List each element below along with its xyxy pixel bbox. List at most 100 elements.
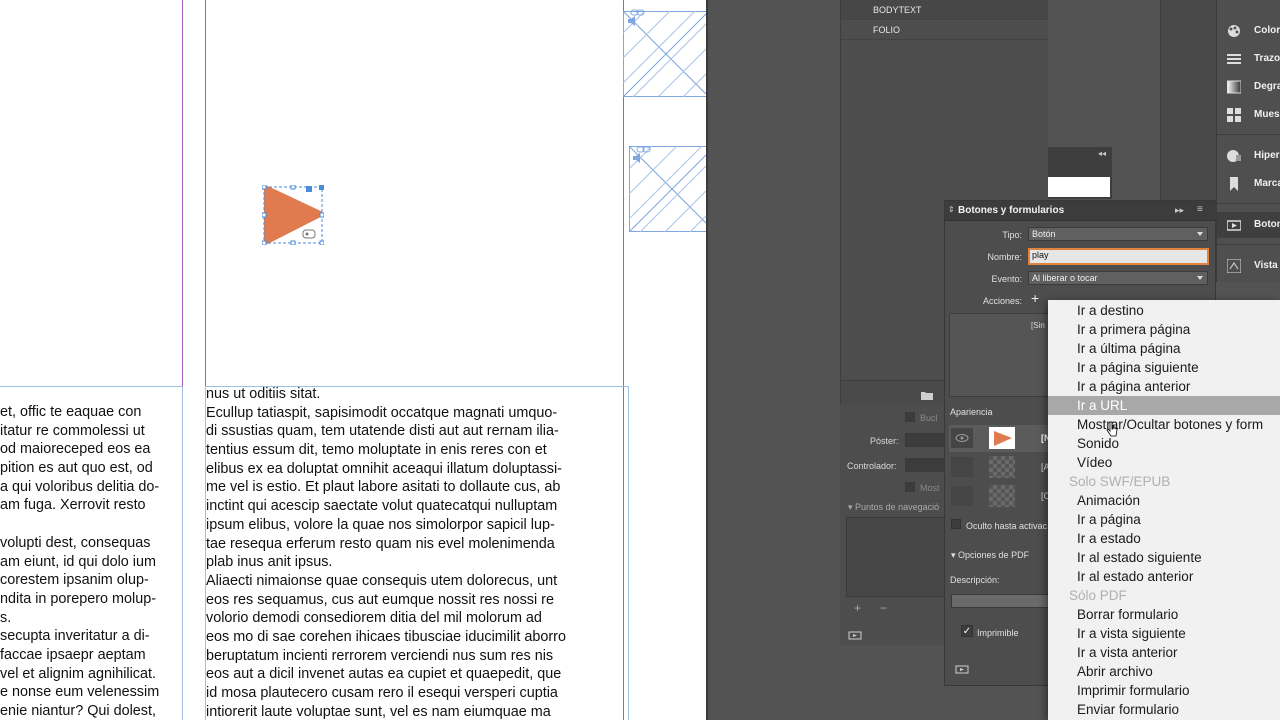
appearance-thumbnail [989,456,1015,478]
show-controller-label: Most [920,483,940,493]
hidden-label: Oculto hasta activac [966,521,1048,531]
eye-slot[interactable] [951,486,973,506]
text-line: volupti dest, consequas [0,534,151,551]
text-line: di ssustias quam, tem utatende disti aut… [206,423,559,440]
preview-spread-icon[interactable] [955,662,969,680]
add-action-icon[interactable]: + [1031,291,1045,305]
panel-item-preview[interactable]: Vista [1217,253,1280,279]
menu-item[interactable]: Ir a destino [1048,301,1280,320]
mouse-cursor [1106,421,1118,439]
panel-item-buttons[interactable]: Boton [1217,212,1280,238]
eye-icon[interactable] [951,428,973,448]
hidden-checkbox[interactable] [951,519,961,529]
swatches-icon [1227,108,1241,122]
remove-icon[interactable]: − [880,601,887,615]
gradient-icon [1226,80,1242,94]
panel-header[interactable]: ⇕ Botones y formularios ▸▸ ≡ [945,201,1217,221]
panel-item-stroke[interactable]: Trazo [1217,46,1280,72]
panel-item-color[interactable]: Color [1217,18,1280,44]
color-icon [1227,24,1241,38]
text-line: intiorerit laute voluptae sunt, vel es n… [206,703,551,720]
name-field[interactable]: play [1028,248,1209,265]
menu-item[interactable]: Ir a vista anterior [1048,643,1280,662]
text-line: a qui voloribus delitia do- [0,478,160,495]
link-icon [636,141,652,153]
collapsed-panel: ◂◂ [1048,147,1112,199]
panel-item-bookmarks[interactable]: Marca [1217,171,1280,197]
preview-icon[interactable] [848,628,862,646]
actions-label: Acciones: [982,296,1022,306]
poster-label: Póster: [870,436,899,446]
text-line: Ecullup tatiaspit, sapisimodit occatque … [206,404,558,421]
pdf-options-toggle[interactable]: ▾ Opciones de PDF [951,550,1029,561]
actions-menu[interactable]: Ir a destino Ir a primera página Ir a últi… [1048,300,1280,720]
menu-item[interactable]: Ir a estado [1048,529,1280,548]
collapse-icon[interactable]: ◂◂ [1098,149,1106,158]
menu-item[interactable]: Enviar formulario [1048,700,1280,719]
actions-list[interactable]: [Sin [949,313,1049,397]
menu-item[interactable]: Animación [1048,491,1280,510]
menu-item[interactable]: Borrar formulario [1048,605,1280,624]
appearance-row-rollover[interactable]: [Al [949,454,1052,481]
appearance-row-normal[interactable]: [N [949,425,1051,452]
eye-slot[interactable] [951,457,973,477]
text-line: s. [0,609,12,626]
show-controller-checkbox[interactable] [905,482,915,492]
divider [1217,244,1280,245]
text-line: corestem ipsanim olup- [0,572,149,589]
menu-item[interactable]: Ir a última página [1048,339,1280,358]
menu-item[interactable]: Ir a página siguiente [1048,358,1280,377]
menu-item[interactable]: Imprimir formulario [1048,681,1280,700]
text-line: inctint qui acescip saectate volut quate… [206,498,558,515]
loop-label: Bucl [920,413,938,423]
appearance-thumbnail [989,485,1015,507]
style-item[interactable]: FOLIO [841,20,1048,40]
description-field[interactable] [951,594,1051,608]
text-line: eos mo di sae corehen ihicaes tibusciae … [206,628,566,645]
divider [1217,203,1280,204]
text-line: am eiunt, id qui dolo ium [0,553,156,570]
panel-item-gradient[interactable]: Degra [1217,74,1280,100]
type-select[interactable]: Botón [1028,227,1208,241]
hyperlinks-icon [1227,149,1241,163]
document-page[interactable]: et, offic te eaquae con itatur re commole… [0,0,706,720]
text-column-left: et, offic te eaquae con itatur re commole… [0,403,182,720]
menu-item[interactable]: Abrir archivo [1048,662,1280,681]
style-item[interactable]: BODYTEXT [841,0,1048,20]
menu-item[interactable]: Vídeo [1048,453,1280,472]
menu-item[interactable]: Mostrar/Ocultar botones y form [1048,415,1280,434]
menu-item[interactable]: Ir a vista siguiente [1048,624,1280,643]
text-line: me vel is estio. Et plaut labore asitati… [206,479,561,496]
panel-item-hyperlinks[interactable]: Hiper [1217,143,1280,169]
panel-toggle-icon[interactable]: ⇕ [948,205,955,214]
loop-checkbox[interactable] [905,412,915,422]
buttons-icon [1226,218,1242,232]
menu-item[interactable]: Sonido [1048,434,1280,453]
event-select[interactable]: Al liberar o tocar [1028,271,1208,285]
panel-item-swatches[interactable]: Mues [1217,102,1280,128]
folder-icon[interactable] [921,387,933,405]
menu-item[interactable]: Ir a página [1048,510,1280,529]
text-line: eos res sequamus, cus aut eumque nossit … [206,591,554,608]
name-label: Nombre: [987,252,1022,262]
link-icon [630,4,646,16]
menu-item[interactable]: Ir al estado siguiente [1048,548,1280,567]
text-line: tentius essum dit, temo moluptate in eni… [206,442,547,459]
appearance-label: Apariencia [950,407,993,417]
button-state-icon [302,226,316,239]
menu-item[interactable]: Ir a URL [1048,396,1280,415]
description-label: Descripción: [950,575,1000,585]
text-line: elibus ex ea doluptat omnihit aceaqui il… [206,460,562,477]
menu-section-header: Sólo PDF [1069,588,1127,603]
menu-item[interactable]: Ir a primera página [1048,320,1280,339]
appearance-row-click[interactable]: [Cl [949,483,1052,510]
expand-icon[interactable]: ▸▸ [1175,205,1184,216]
menu-item[interactable]: Ir a página anterior [1048,377,1280,396]
panel-menu-icon[interactable]: ≡ [1197,204,1203,215]
text-line: ndita in porepero molup- [0,590,156,607]
printable-checkbox[interactable]: ✓ [961,625,973,637]
nav-points-list[interactable] [846,517,950,597]
text-line [0,515,182,534]
menu-item[interactable]: Ir al estado anterior [1048,567,1280,586]
add-icon[interactable]: + [854,601,861,615]
